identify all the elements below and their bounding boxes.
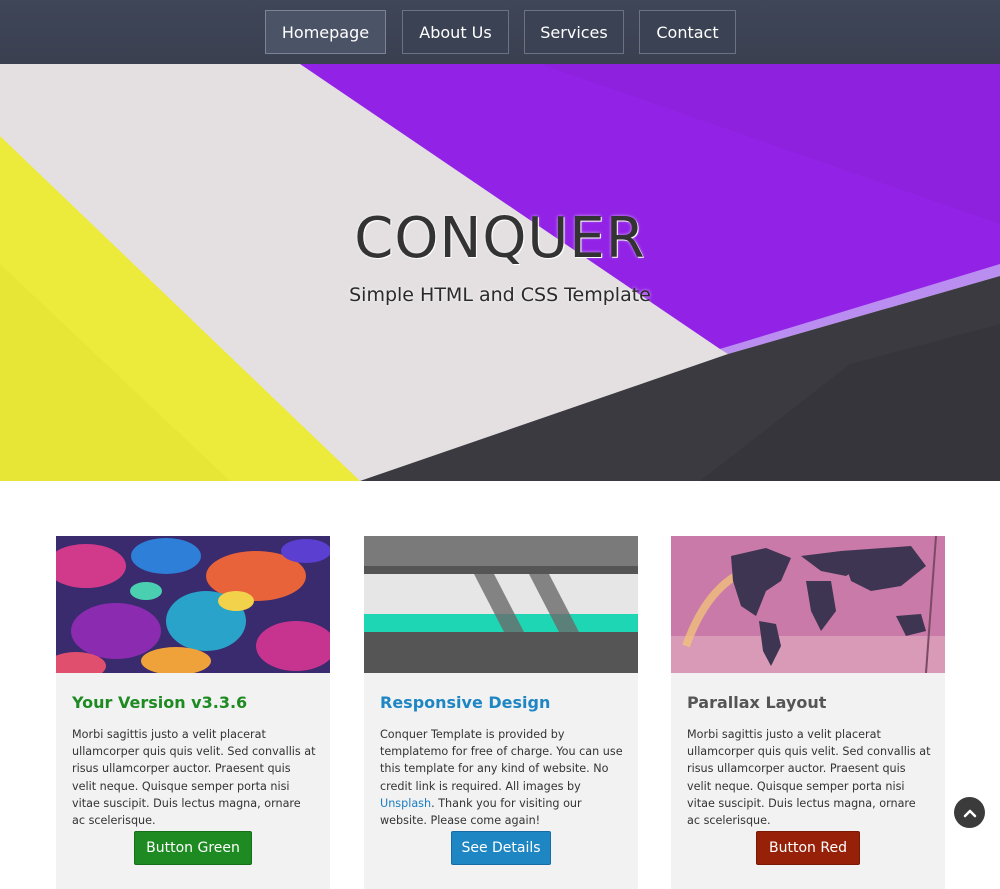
- card-image-stairs: [364, 536, 638, 673]
- feature-card-parallax: Parallax Layout Morbi sagittis justo a v…: [671, 536, 945, 889]
- nav-homepage[interactable]: Homepage: [265, 10, 386, 54]
- hero-banner: CONQUER Simple HTML and CSS Template: [0, 64, 1000, 481]
- feature-card-version: Your Version v3.3.6 Morbi sagittis justo…: [56, 536, 330, 889]
- back-to-top-button[interactable]: [954, 797, 985, 828]
- card-title: Your Version v3.3.6: [72, 693, 248, 712]
- card-body-text: Morbi sagittis justo a velit placerat ul…: [687, 728, 931, 828]
- card-image-abstract-paint: [56, 536, 330, 673]
- card-body-text: Conquer Template is provided by template…: [380, 728, 623, 828]
- button-green[interactable]: Button Green: [134, 831, 252, 865]
- chevron-up-icon: [963, 809, 976, 817]
- nav-contact[interactable]: Contact: [639, 10, 736, 54]
- unsplash-link[interactable]: Unsplash: [380, 797, 431, 810]
- hero-subtitle: Simple HTML and CSS Template: [349, 284, 651, 306]
- nav-services[interactable]: Services: [524, 10, 624, 54]
- feature-card-responsive: Responsive Design Conquer Template is pr…: [364, 536, 638, 889]
- main-navbar: Homepage About Us Services Contact: [0, 0, 1000, 65]
- card-body-text: Morbi sagittis justo a velit placerat ul…: [72, 728, 316, 828]
- nav-about-us[interactable]: About Us: [402, 10, 509, 54]
- hero-title: CONQUER: [354, 206, 646, 271]
- button-red[interactable]: Button Red: [756, 831, 860, 865]
- card-title: Parallax Layout: [687, 693, 827, 712]
- see-details-button[interactable]: See Details: [451, 831, 551, 865]
- card-title: Responsive Design: [380, 693, 551, 712]
- card-image-world-map: [671, 536, 945, 673]
- hero-background-image: [0, 64, 1000, 481]
